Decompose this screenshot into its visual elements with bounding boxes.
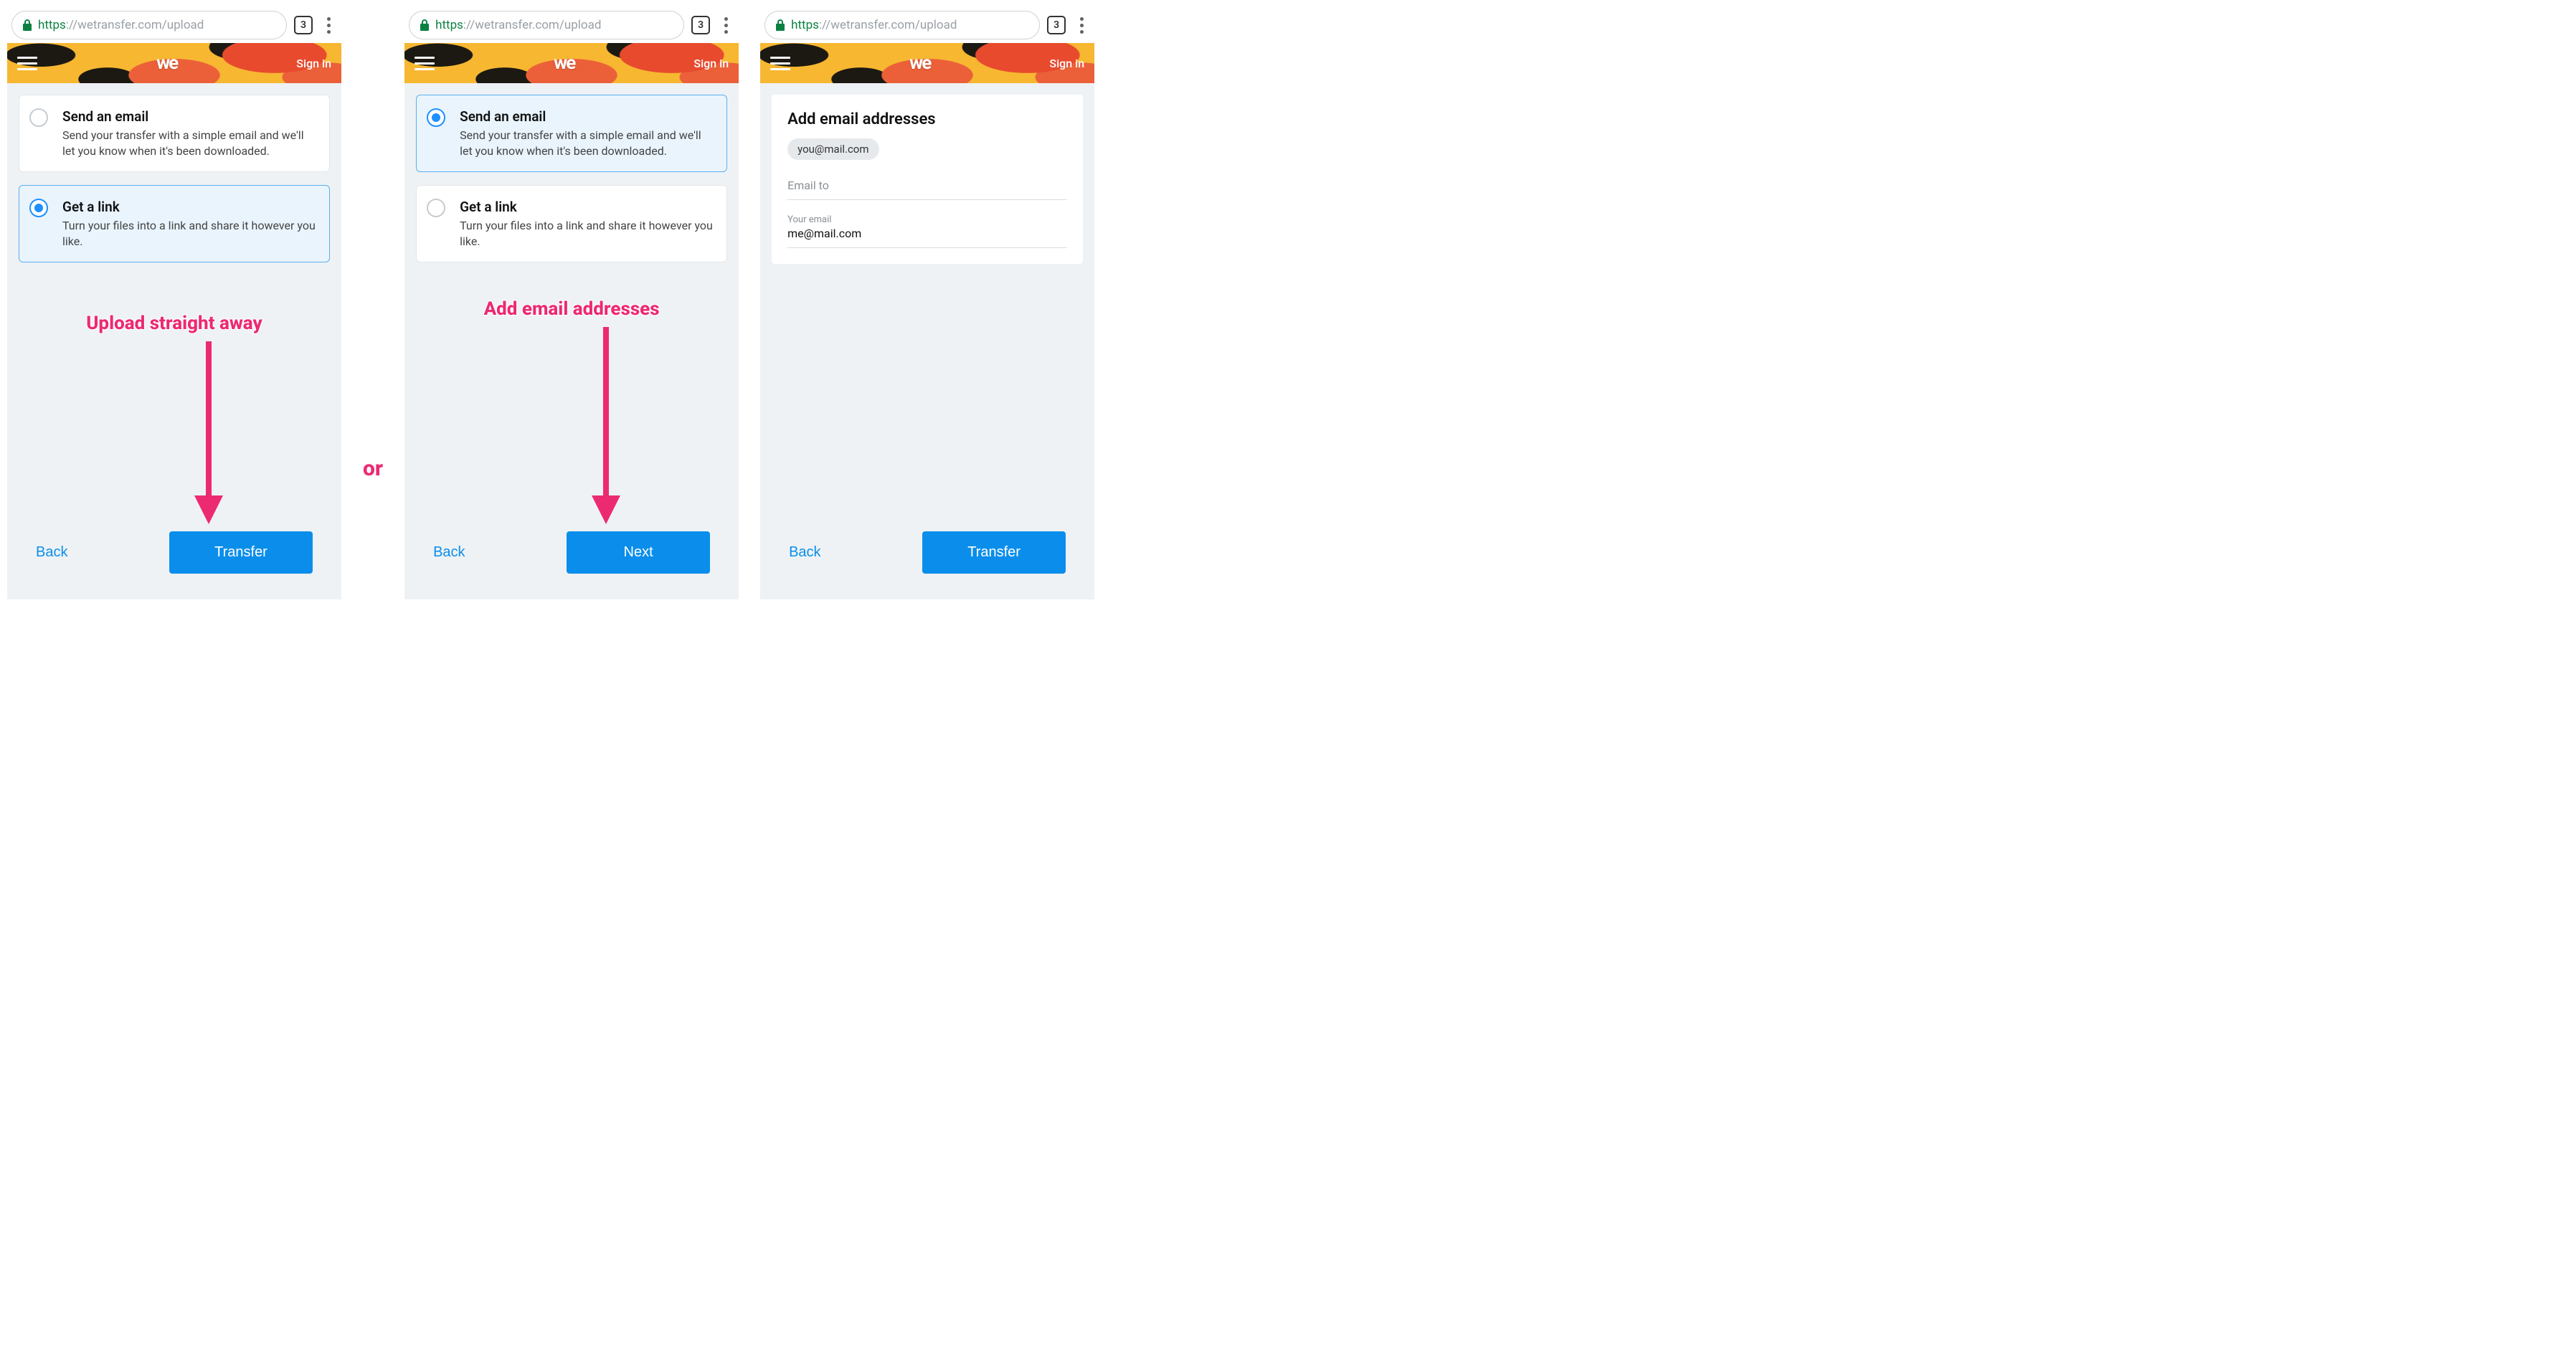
form-heading: Add email addresses	[787, 110, 1067, 128]
menu-icon[interactable]	[17, 57, 37, 70]
option-send-email[interactable]: Send an email Send your transfer with a …	[416, 95, 727, 172]
url-text: https://wetransfer.com/upload	[435, 18, 601, 32]
option-title: Send an email	[62, 108, 316, 125]
url-text: https://wetransfer.com/upload	[38, 18, 204, 32]
browser-address-row: https://wetransfer.com/upload 3	[7, 7, 341, 43]
sign-in-link[interactable]: Sign in	[693, 57, 729, 70]
email-to-field[interactable]: Email to	[787, 173, 1067, 200]
option-title: Send an email	[460, 108, 714, 125]
wetransfer-logo: we	[554, 52, 574, 74]
lock-icon	[420, 19, 430, 31]
browser-address-row: https://wetransfer.com/upload 3	[404, 7, 739, 43]
app-body: Add email addresses you@mail.com Email t…	[760, 83, 1094, 599]
field-label: Your email	[787, 214, 1067, 225]
wetransfer-logo: we	[156, 52, 177, 74]
back-button[interactable]: Back	[789, 544, 820, 561]
wetransfer-logo: we	[909, 52, 930, 74]
your-email-field[interactable]: Your email me@mail.com	[787, 209, 1067, 248]
next-button[interactable]: Next	[567, 531, 710, 574]
footer-actions: Back Transfer	[19, 524, 330, 588]
annotation-arrow-icon	[584, 327, 628, 528]
option-get-link[interactable]: Get a link Turn your files into a link a…	[19, 185, 330, 262]
back-button[interactable]: Back	[36, 544, 67, 561]
tab-count-badge[interactable]: 3	[1047, 16, 1066, 34]
address-bar[interactable]: https://wetransfer.com/upload	[764, 11, 1040, 39]
tab-count-badge[interactable]: 3	[691, 16, 710, 34]
field-value: me@mail.com	[787, 227, 1067, 240]
transfer-button[interactable]: Transfer	[169, 531, 313, 574]
menu-icon[interactable]	[770, 57, 790, 70]
transfer-button[interactable]: Transfer	[922, 531, 1066, 574]
app-banner: we Sign in	[404, 43, 739, 83]
app-banner: we Sign in	[760, 43, 1094, 83]
annotation-label: Upload straight away	[7, 313, 341, 334]
menu-icon[interactable]	[415, 57, 435, 70]
radio-icon[interactable]	[29, 199, 48, 217]
option-get-link[interactable]: Get a link Turn your files into a link a…	[416, 185, 727, 262]
browser-menu-icon[interactable]	[717, 17, 734, 34]
annotation-arrow-icon	[187, 341, 230, 528]
sign-in-link[interactable]: Sign in	[296, 57, 331, 70]
annotation-or: or	[363, 456, 383, 481]
option-desc: Send your transfer with a simple email a…	[62, 128, 316, 158]
option-desc: Send your transfer with a simple email a…	[460, 128, 714, 158]
footer-actions: Back Next	[416, 524, 727, 588]
back-button[interactable]: Back	[433, 544, 465, 561]
address-bar[interactable]: https://wetransfer.com/upload	[409, 11, 684, 39]
email-form-card: Add email addresses you@mail.com Email t…	[772, 95, 1083, 264]
option-title: Get a link	[460, 199, 714, 215]
app-banner: we Sign in	[7, 43, 341, 83]
screen-get-link: https://wetransfer.com/upload 3 we Sign …	[7, 7, 341, 599]
app-body: Send an email Send your transfer with a …	[404, 83, 739, 599]
url-text: https://wetransfer.com/upload	[791, 18, 957, 32]
option-desc: Turn your files into a link and share it…	[62, 218, 316, 249]
browser-address-row: https://wetransfer.com/upload 3	[760, 7, 1094, 43]
browser-menu-icon[interactable]	[1073, 17, 1090, 34]
radio-icon[interactable]	[427, 199, 445, 217]
lock-icon	[22, 19, 32, 31]
annotation-label: Add email addresses	[404, 298, 739, 320]
lock-icon	[775, 19, 785, 31]
screen-send-email: https://wetransfer.com/upload 3 we Sign …	[404, 7, 739, 599]
address-bar[interactable]: https://wetransfer.com/upload	[11, 11, 287, 39]
recipient-chip[interactable]: you@mail.com	[787, 138, 879, 160]
option-send-email[interactable]: Send an email Send your transfer with a …	[19, 95, 330, 172]
radio-icon[interactable]	[427, 108, 445, 127]
app-body: Send an email Send your transfer with a …	[7, 83, 341, 599]
browser-menu-icon[interactable]	[320, 17, 337, 34]
option-title: Get a link	[62, 199, 316, 215]
sign-in-link[interactable]: Sign in	[1049, 57, 1084, 70]
field-placeholder: Email to	[787, 179, 1067, 192]
option-desc: Turn your files into a link and share it…	[460, 218, 714, 249]
screen-add-emails: https://wetransfer.com/upload 3 we Sign …	[760, 7, 1094, 599]
radio-icon[interactable]	[29, 108, 48, 127]
tab-count-badge[interactable]: 3	[294, 16, 313, 34]
footer-actions: Back Transfer	[772, 524, 1083, 588]
